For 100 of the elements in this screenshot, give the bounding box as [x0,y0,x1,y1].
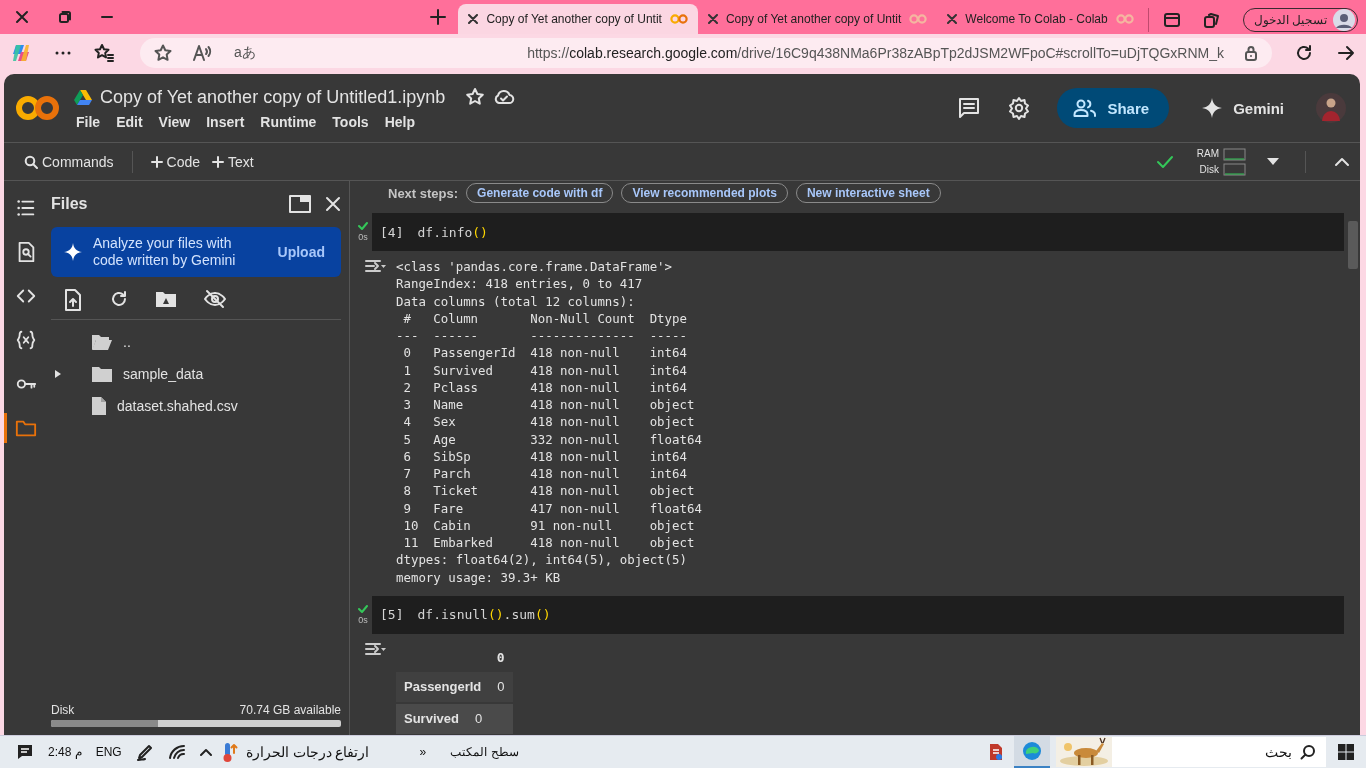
avatar-icon [1333,9,1355,31]
favorites-icon[interactable] [94,43,114,63]
caret-right-icon[interactable] [54,370,62,378]
taskbar-app-icon[interactable] [1014,736,1050,768]
wifi-icon[interactable] [167,744,186,760]
column-header: 0 [495,649,506,668]
avatar-icon[interactable] [1316,93,1346,123]
output-line: 2 Pclass 418 non-null int64 [402,378,688,396]
search-field[interactable]: بحث [1056,737,1326,767]
comment-icon[interactable] [957,96,982,120]
menu-item[interactable]: Edit [108,113,151,130]
table-cell-text: 0 [474,711,484,727]
menu-item[interactable]: Help [376,113,423,130]
dropdown-icon[interactable] [1267,157,1279,166]
promo-text: Analyze your files with code written by Gemini [93,235,237,269]
tab-actions-icon[interactable] [1162,11,1181,29]
copilot-icon[interactable] [10,42,32,64]
search-icon [24,154,38,169]
cloud-check-icon[interactable] [493,87,516,107]
people-icon [1073,98,1098,118]
chevron-up-icon[interactable] [199,747,212,757]
refresh-icon[interactable] [1294,43,1314,63]
menu-item[interactable]: View [150,113,199,130]
close-icon [707,14,718,24]
output-line: 10 Cabin 91 non-null object [402,516,696,534]
star-icon[interactable] [154,44,172,62]
gemini-button[interactable]: Gemini [1195,96,1290,120]
row-header: PassengerId [403,679,483,695]
lock-icon [1244,45,1258,61]
open-folder-icon [91,333,113,351]
output-line: 6 SibSp 418 non-null int64 [402,447,688,465]
toolbar-button[interactable]: Code [144,153,207,170]
browser-tab[interactable]: Welcome To Colab - Colab [937,4,1144,34]
workspaces-icon[interactable] [1202,11,1221,29]
share-button[interactable]: Share [1057,88,1170,128]
menu-item[interactable]: Runtime [252,113,325,130]
output-line: --- ------ -------------- ----- [396,327,688,345]
menu-item[interactable]: File [74,113,109,130]
translate-button[interactable]: aあ [234,44,256,62]
menu-item[interactable]: Tools [324,113,377,130]
pen-icon[interactable] [135,743,154,761]
row-header: Survived [403,711,460,727]
notebook-title[interactable]: Copy of Yet another copy of Untitled1.ipynb [100,86,446,108]
hidden-icon[interactable] [203,289,227,309]
output-line: 0 PassengerId 418 non-null int64 [402,344,688,362]
colab-logo-icon[interactable] [16,94,60,122]
colab-logo-icon [909,13,928,25]
sparkle-icon [63,242,83,262]
next-steps-label: Next steps: [388,185,459,201]
code-cell[interactable]: [5] df.isnull().sum() [372,595,1344,634]
toolbar-button[interactable]: Text [206,153,260,170]
forward-icon[interactable] [1336,43,1356,63]
close-icon [468,14,479,24]
close-icon[interactable] [15,10,29,24]
language-indicator[interactable]: ENG [95,745,122,759]
read-aloud-icon[interactable] [192,44,214,62]
variables-icon [14,329,37,351]
output-line: 11 Embarked 418 non-null object [402,534,696,552]
output-toggle-icon[interactable] [364,257,386,275]
disk-available: 70.74 GB available [239,703,341,717]
output-line: 1 Survived 418 non-null int64 [402,361,688,379]
file-row[interactable]: dataset.shahed.csv [51,390,341,422]
output-line: Data columns (total 12 columns): [396,292,636,310]
app-icon [987,742,1005,762]
panel-title: Files [51,195,88,213]
settings-icon[interactable] [1007,96,1032,120]
windows-icon[interactable] [1337,743,1355,761]
toolbar-button[interactable]: Commands [18,153,120,170]
file-row[interactable]: sample_data [51,358,341,390]
upload-file-icon[interactable] [63,289,83,311]
colab-logo-icon [1115,13,1134,25]
drive-folder-icon[interactable] [155,289,177,309]
restore-icon[interactable] [59,11,71,23]
browser-tab[interactable]: Copy of Yet another copy of Untit [458,4,698,34]
refresh-icon[interactable] [109,289,129,309]
notification-icon[interactable] [16,743,34,761]
table-cell-text: 0 [497,679,506,695]
file-row[interactable]: .. [51,326,341,358]
address-bar[interactable]: aあ https://colab.research.google.com/drive/16C9q438NMa6Pr38zABpTp2dJSM2WFpoC#scrollTo=uDjTQGxRNM_k [140,38,1272,68]
new-tab-icon[interactable] [430,9,447,25]
output-line: RangeIndex: 418 entries, 0 to 417 [396,275,644,293]
disk-label: Disk [51,703,75,717]
new-window-icon[interactable] [289,195,311,213]
code-cell[interactable]: [4] df.info() [372,213,1344,251]
weather-widget[interactable]: ارتفاع درجات الحرارة [219,741,370,763]
colab-logo-icon [669,13,688,25]
resources-button[interactable]: RAM Disk [1196,145,1247,178]
output-line: 8 Ticket 418 non-null object [402,482,696,500]
run-time: 0s [358,232,368,242]
clock-text: 2:48 م [48,745,82,759]
desktop-toolbar[interactable]: » سطح المكتب [419,745,519,759]
menu-item[interactable]: Insert [198,113,253,130]
output-line: <class 'pandas.core.frame.DataFrame'> [396,258,673,276]
scrollbar-thumb[interactable] [1348,221,1358,269]
browser-tab[interactable]: Copy of Yet another copy of Untit [697,4,938,34]
output-line: dtypes: float64(2), int64(5), object(5) [396,551,688,569]
upload-button[interactable]: Upload [271,243,331,261]
run-time: 0s [358,614,368,625]
browser-icon [1022,741,1042,761]
star-icon[interactable] [465,87,486,107]
